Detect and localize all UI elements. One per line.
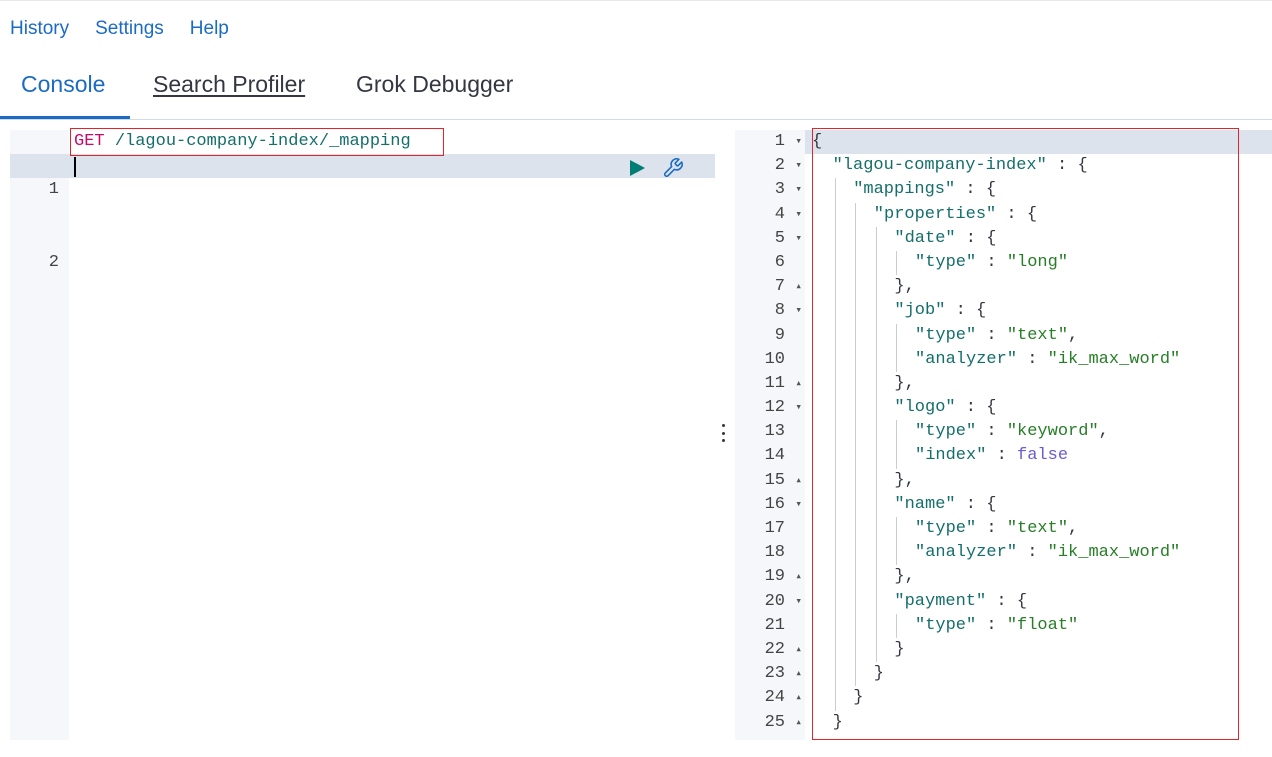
line-number: 1 ▾ bbox=[735, 130, 805, 154]
top-menu: History Settings Help bbox=[10, 17, 229, 41]
line-number: 2 bbox=[48, 253, 59, 272]
menu-help[interactable]: Help bbox=[190, 17, 229, 41]
fold-expand-icon[interactable]: ▴ bbox=[795, 686, 802, 710]
line-number: 25 ▴ bbox=[735, 711, 805, 735]
fold-collapse-icon[interactable]: ▾ bbox=[795, 299, 802, 323]
response-editor[interactable]: 1 ▾ 2 ▾ 3 ▾ 4 ▾ 5 ▾ 6 7 ▴ 8 ▾ 9 10 11 ▴ 12 ▾ 13 14 15 ▴ 16 ▾ 17 18 19… bbox=[735, 128, 1272, 740]
request-editor[interactable]: 1 2 GET /lagou-company-index/_mapping bbox=[10, 128, 715, 740]
tab-console[interactable]: Console bbox=[21, 70, 105, 98]
top-border bbox=[0, 0, 1272, 4]
fold-expand-icon[interactable]: ▴ bbox=[795, 469, 802, 493]
active-line-highlight bbox=[10, 154, 715, 179]
tab-search-profiler[interactable]: Search Profiler bbox=[153, 70, 305, 98]
line-number: 10 bbox=[764, 349, 785, 369]
devtools-tabs: Console Search Profiler Grok Debugger bbox=[0, 62, 1272, 120]
line-number: 12 ▾ bbox=[735, 396, 805, 420]
line-number: 16 ▾ bbox=[735, 493, 805, 517]
fold-collapse-icon[interactable]: ▾ bbox=[795, 590, 802, 614]
line-number: 4 ▾ bbox=[735, 203, 805, 227]
response-gutter: 1 ▾ 2 ▾ 3 ▾ 4 ▾ 5 ▾ 6 7 ▴ 8 ▾ 9 10 11 ▴ 12 ▾ 13 14 15 ▴ 16 ▾ 17 18 19… bbox=[735, 130, 805, 740]
pane-resize-handle[interactable] bbox=[718, 421, 728, 445]
line-number: 1 bbox=[48, 180, 59, 200]
fold-collapse-icon[interactable]: ▾ bbox=[795, 396, 802, 420]
fold-collapse-icon[interactable]: ▾ bbox=[795, 493, 802, 517]
line-number: 14 bbox=[764, 446, 785, 466]
fold-expand-icon[interactable]: ▴ bbox=[795, 372, 802, 396]
line-number: 5 ▾ bbox=[735, 227, 805, 251]
line-number: 24 ▴ bbox=[735, 686, 805, 710]
fold-expand-icon[interactable]: ▴ bbox=[795, 662, 802, 686]
line-number: 22 ▴ bbox=[735, 638, 805, 662]
fold-collapse-icon[interactable]: ▾ bbox=[795, 203, 802, 227]
wrench-icon[interactable] bbox=[662, 157, 684, 179]
text-cursor bbox=[74, 157, 76, 177]
line-number: 13 bbox=[764, 422, 785, 442]
line-number: 6 bbox=[774, 252, 785, 272]
fold-collapse-icon[interactable]: ▾ bbox=[795, 178, 802, 202]
line-number: 21 bbox=[764, 615, 785, 635]
line-number: 15 ▴ bbox=[735, 469, 805, 493]
line-number: 11 ▴ bbox=[735, 372, 805, 396]
fold-collapse-icon[interactable]: ▾ bbox=[795, 154, 802, 178]
fold-expand-icon[interactable]: ▴ bbox=[795, 275, 802, 299]
active-tab-indicator bbox=[0, 116, 130, 119]
request-highlight-box bbox=[70, 128, 444, 156]
line-number: 9 bbox=[774, 325, 785, 345]
play-icon[interactable] bbox=[626, 157, 648, 179]
line-number: 23 ▴ bbox=[735, 662, 805, 686]
fold-collapse-icon[interactable]: ▾ bbox=[795, 130, 802, 154]
line-number: 2 ▾ bbox=[735, 154, 805, 178]
menu-settings[interactable]: Settings bbox=[95, 17, 164, 41]
response-highlight-box bbox=[812, 128, 1239, 740]
line-number: 17 bbox=[764, 519, 785, 538]
fold-expand-icon[interactable]: ▴ bbox=[795, 638, 802, 662]
tab-grok-debugger[interactable]: Grok Debugger bbox=[356, 70, 513, 98]
fold-collapse-icon[interactable]: ▾ bbox=[795, 227, 802, 251]
line-number: 20 ▾ bbox=[735, 590, 805, 614]
fold-expand-icon[interactable]: ▴ bbox=[795, 711, 802, 735]
line-number: 3 ▾ bbox=[735, 178, 805, 202]
line-number: 7 ▴ bbox=[735, 275, 805, 299]
line-number: 8 ▾ bbox=[735, 299, 805, 323]
line-number: 18 bbox=[764, 543, 785, 563]
menu-history[interactable]: History bbox=[10, 17, 69, 41]
request-gutter: 1 2 bbox=[10, 130, 69, 740]
request-actions bbox=[626, 157, 684, 179]
line-number: 19 ▴ bbox=[735, 565, 805, 589]
fold-expand-icon[interactable]: ▴ bbox=[795, 565, 802, 589]
